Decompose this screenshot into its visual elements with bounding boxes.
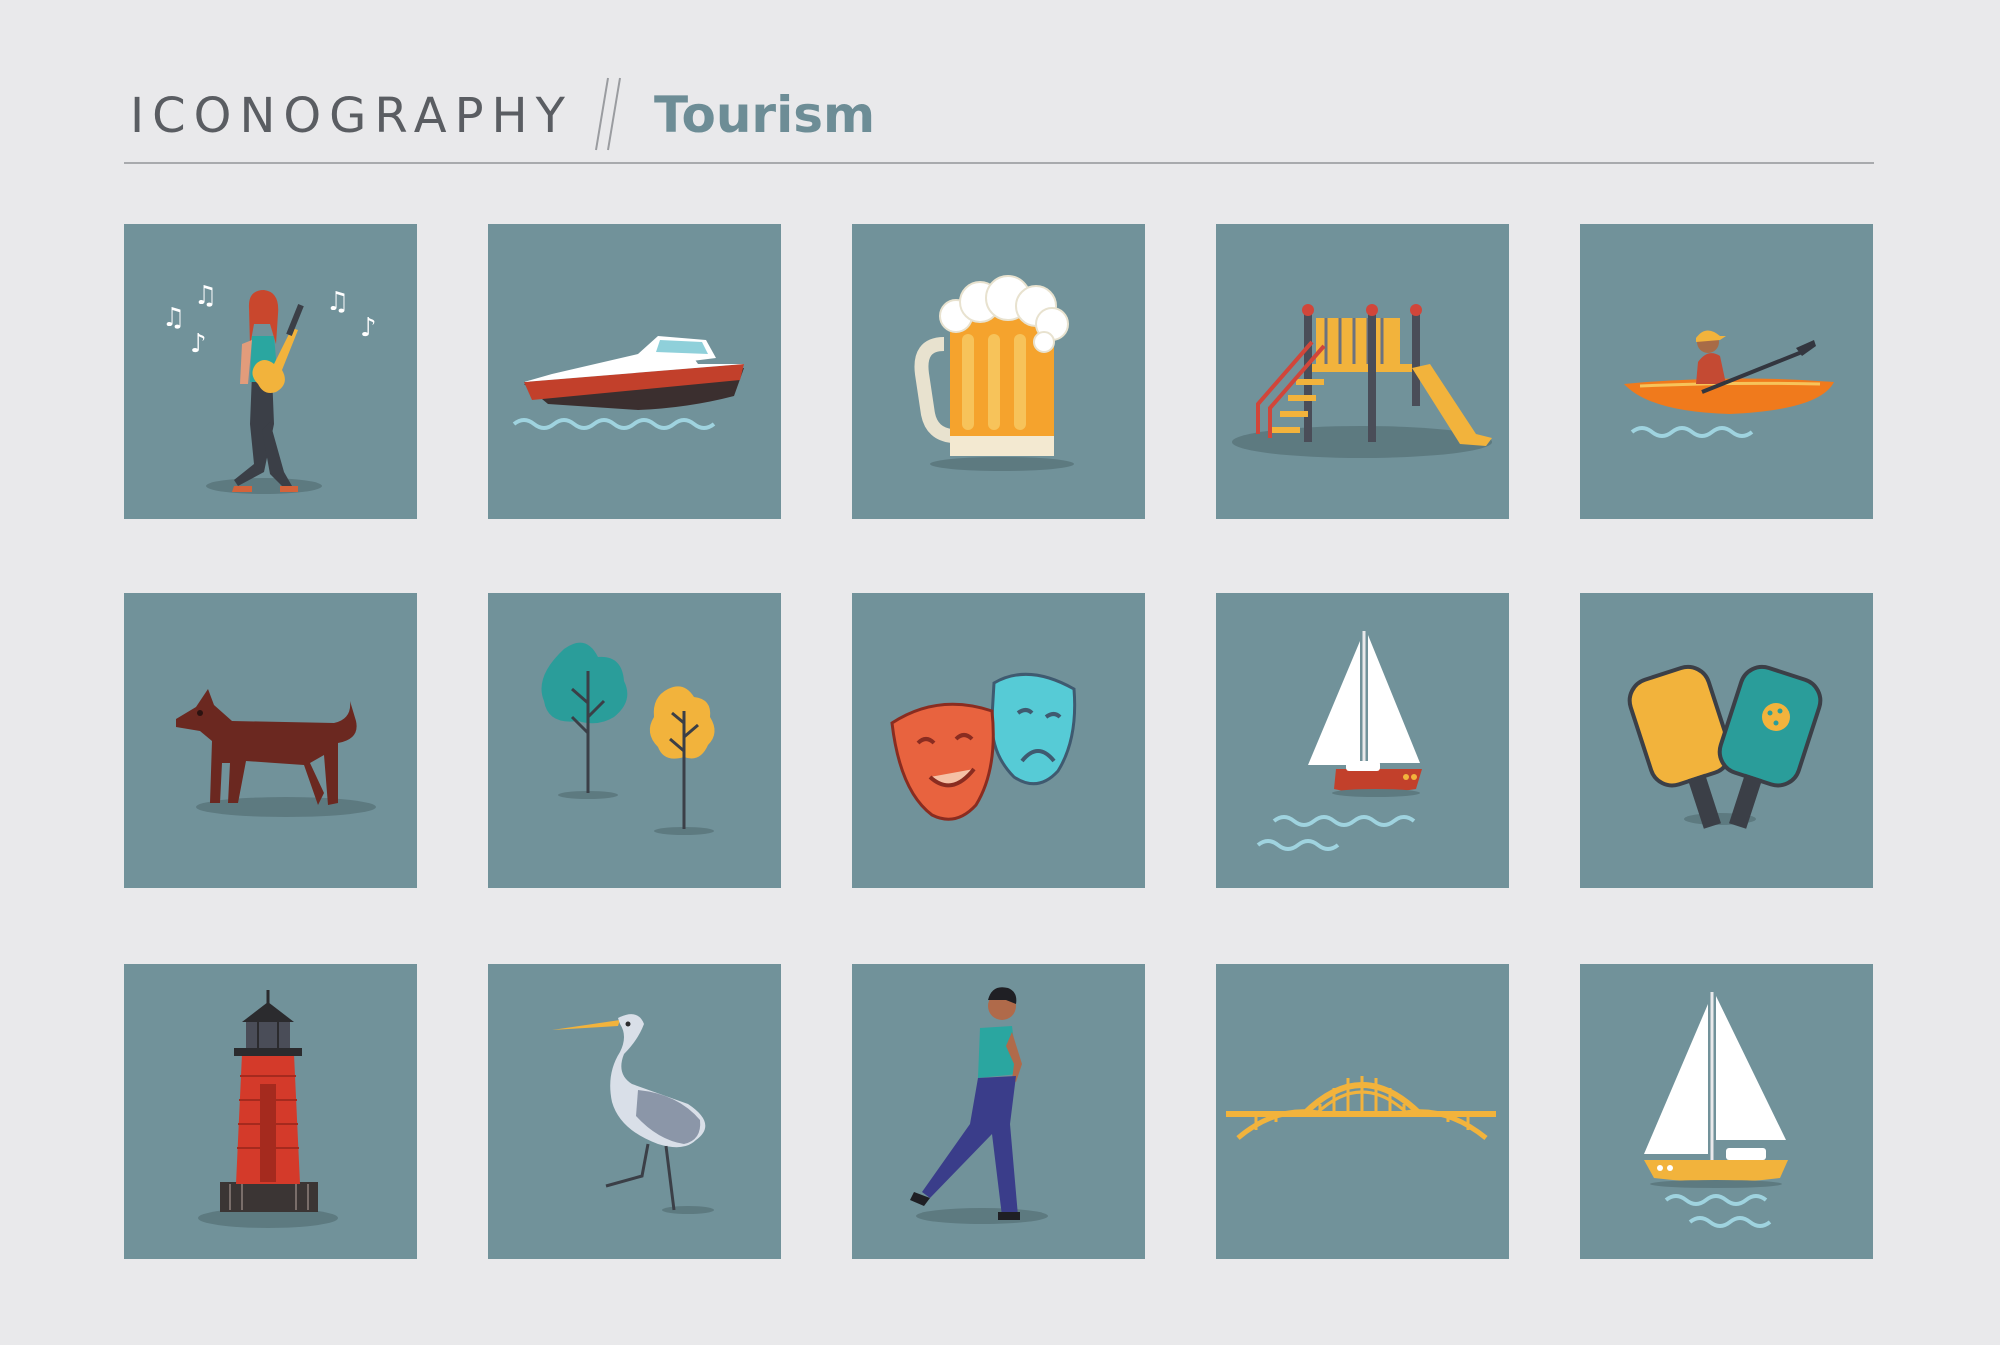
tile-playground — [1216, 224, 1509, 519]
lighthouse-icon — [198, 990, 338, 1228]
tile-lighthouse — [124, 964, 417, 1259]
walking-person-icon — [910, 987, 1048, 1224]
tile-trees — [488, 593, 781, 888]
pickleball-paddles-icon — [1627, 664, 1823, 829]
tile-beer — [852, 224, 1145, 519]
tile-sailboat — [1216, 593, 1509, 888]
tile-pickleball — [1580, 593, 1873, 888]
tile-bridge — [1216, 964, 1509, 1259]
svg-text:♫: ♫ — [194, 281, 217, 311]
page-eyebrow: ICONOGRAPHY — [130, 88, 573, 144]
dog-icon — [176, 689, 376, 817]
tile-heron — [488, 964, 781, 1259]
theater-masks-icon — [890, 672, 1077, 821]
header-rule — [124, 162, 1874, 164]
svg-text:♪: ♪ — [360, 313, 377, 343]
svg-text:♪: ♪ — [190, 329, 207, 359]
yellow-sailboat-icon — [1644, 992, 1788, 1228]
page-header: ICONOGRAPHY Tourism — [124, 77, 1874, 151]
kayaker-icon — [1624, 330, 1834, 438]
sailboat-icon — [1256, 631, 1422, 851]
speedboat-icon — [512, 336, 744, 430]
tile-walker — [852, 964, 1145, 1259]
tile-speedboat — [488, 224, 781, 519]
tile-kayak — [1580, 224, 1873, 519]
trees-icon — [541, 642, 715, 835]
svg-text:♫: ♫ — [162, 303, 185, 333]
beer-mug-icon — [914, 275, 1074, 471]
tile-guitarist: ♫ ♫ ♪ ♫ ♪ — [124, 224, 417, 519]
svg-text:♫: ♫ — [326, 287, 349, 317]
heron-icon — [552, 1014, 714, 1214]
tile-yellow-sailboat — [1580, 964, 1873, 1259]
page-title: Tourism — [654, 86, 876, 144]
playground-slide-icon — [1232, 304, 1492, 458]
arch-bridge-icon — [1226, 1076, 1496, 1140]
tile-dog — [124, 593, 417, 888]
guitarist-icon: ♫♫♪ ♫♪ — [162, 281, 377, 494]
double-slash-divider — [595, 77, 621, 151]
tile-masks — [852, 593, 1145, 888]
